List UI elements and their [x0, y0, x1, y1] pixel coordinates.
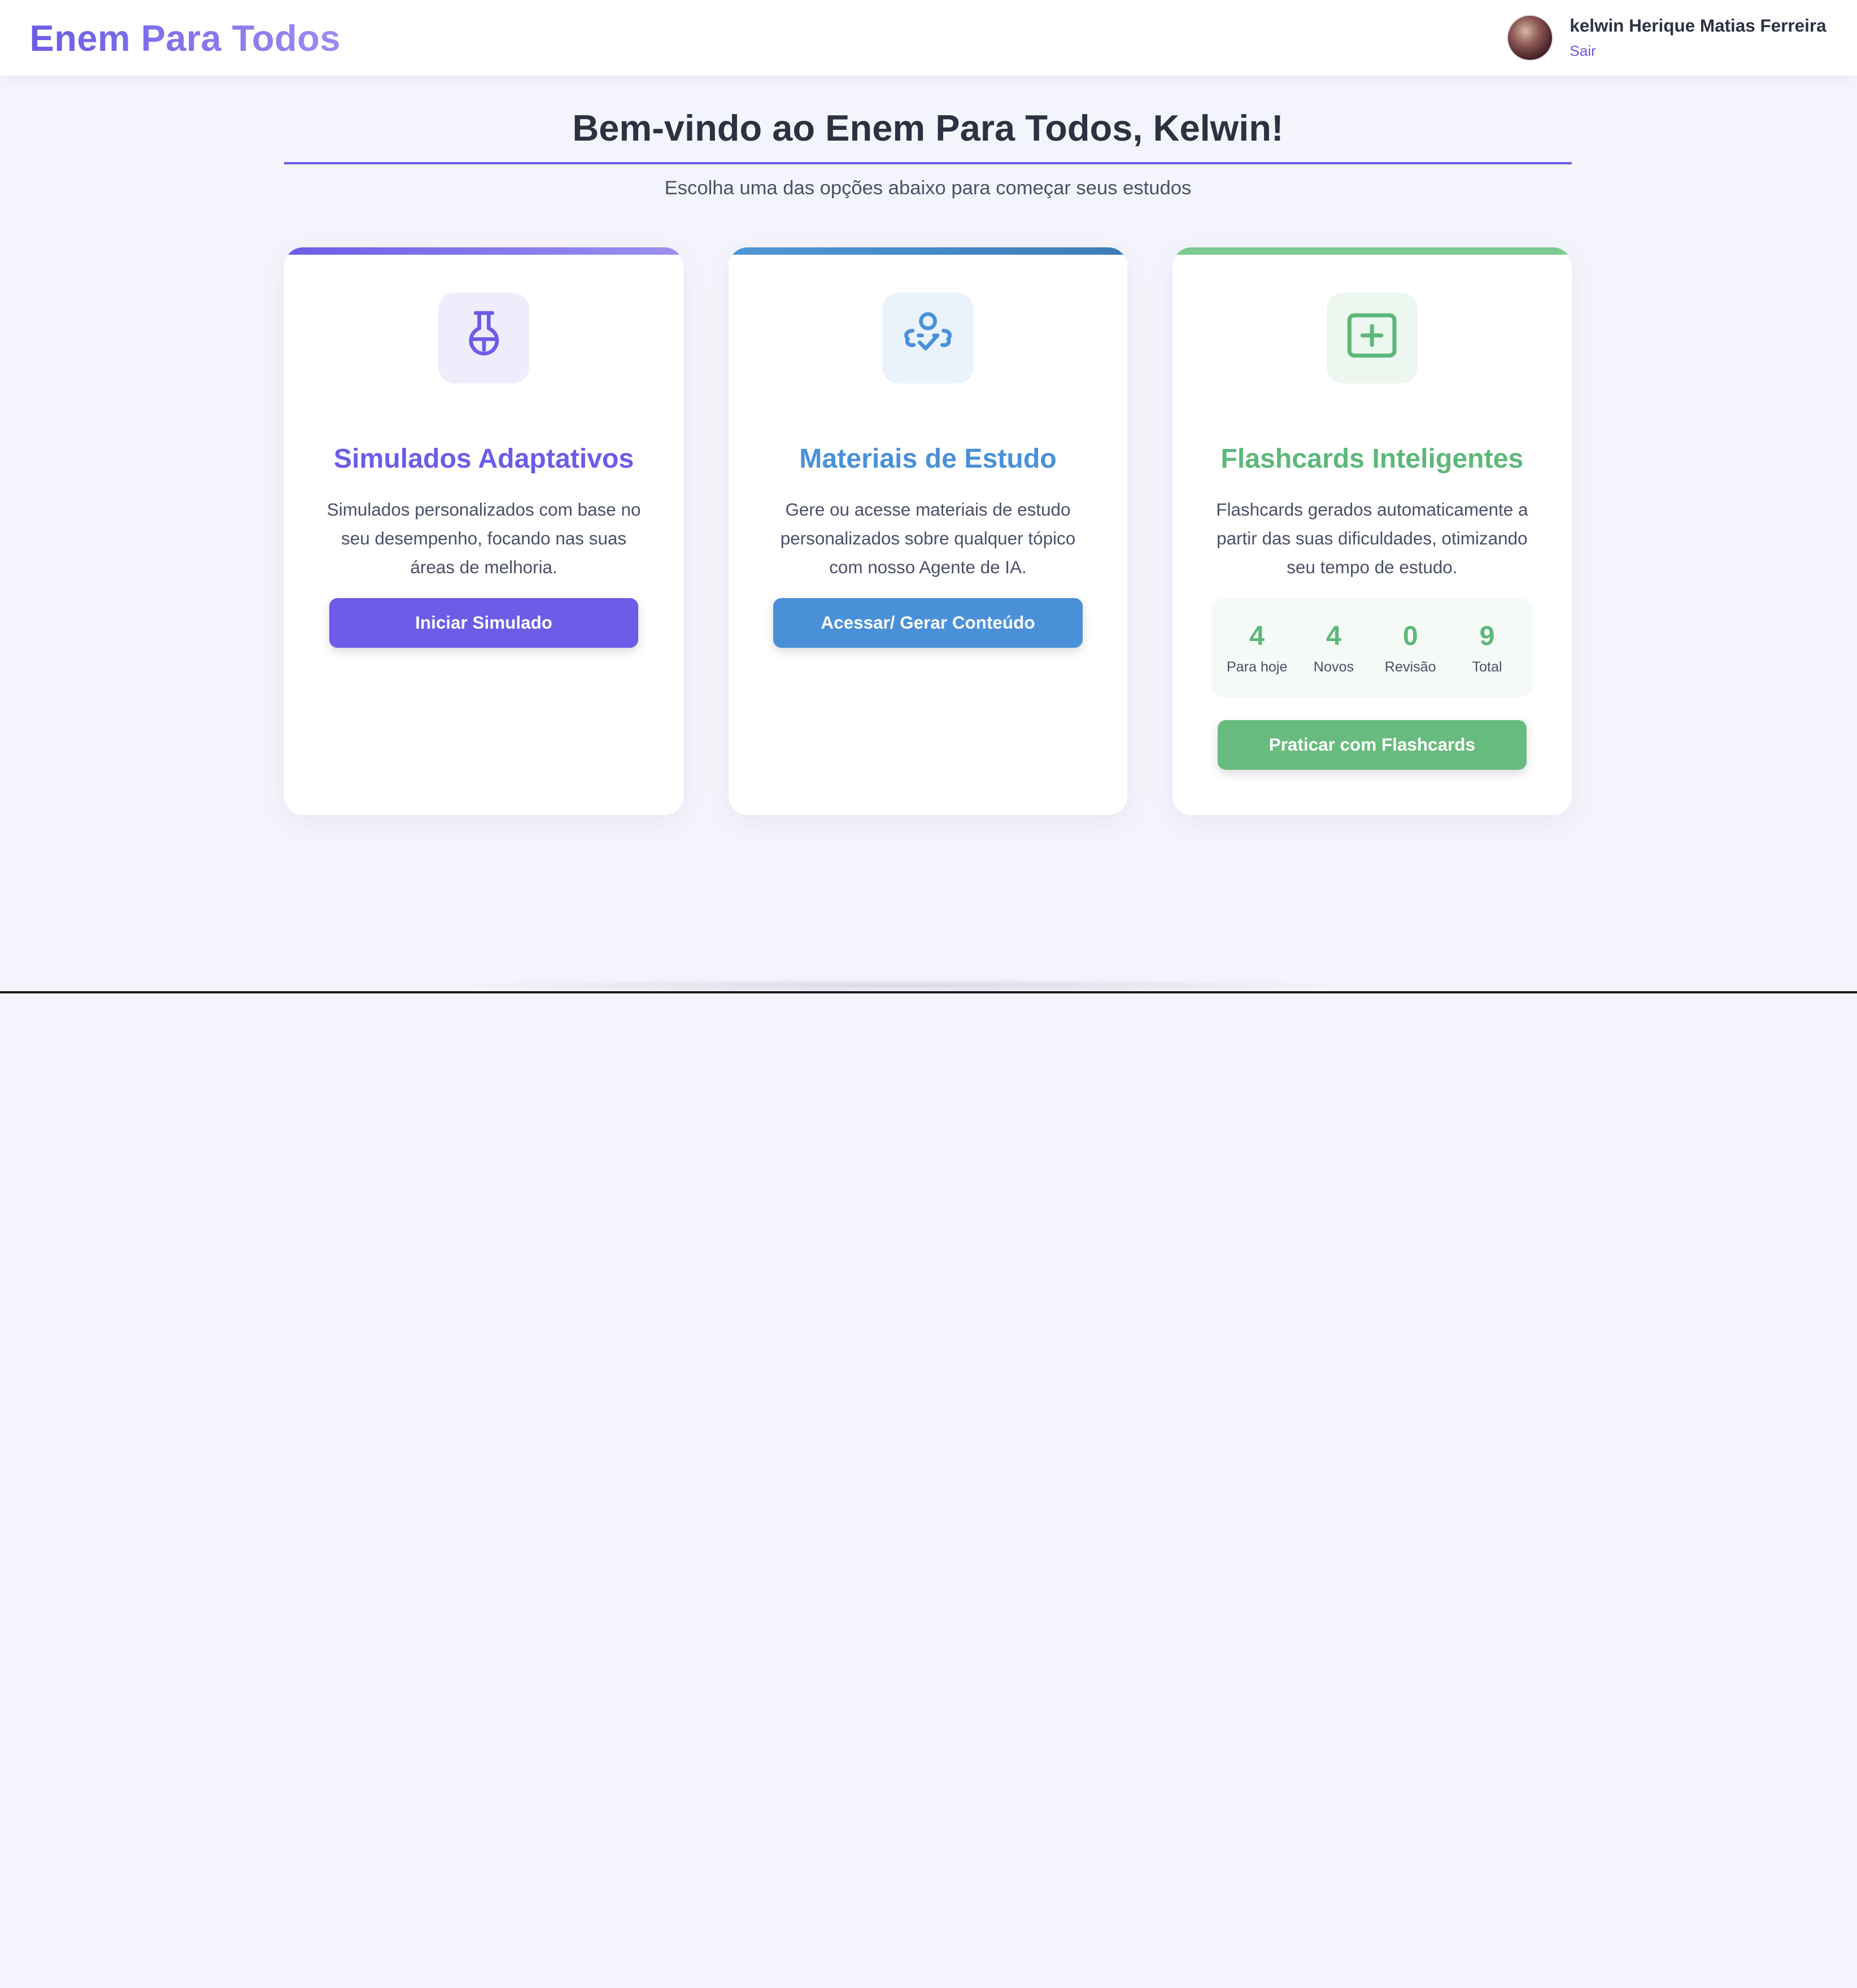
window-bottom-edge: [0, 991, 1857, 994]
stat-label: Revisão: [1384, 659, 1436, 675]
user-menu: kelwin Herique Matias Ferreira Sair: [1507, 15, 1827, 61]
stat-value: 4: [1249, 621, 1265, 652]
card-accent-bar: [1172, 247, 1572, 255]
stat-review: 0 Revisão: [1375, 620, 1446, 675]
practice-flashcards-button[interactable]: Praticar com Flashcards: [1217, 720, 1527, 770]
card-accent-bar: [284, 247, 683, 255]
brain-check-icon: [902, 312, 954, 364]
card-title: Simulados Adaptativos: [333, 443, 634, 474]
brand-logo[interactable]: Enem Para Todos: [29, 17, 341, 59]
stat-total: 9 Total: [1451, 620, 1523, 675]
stat-label: Para hoje: [1226, 659, 1288, 675]
stat-value: 0: [1402, 621, 1418, 652]
stat-label: Total: [1472, 659, 1502, 675]
stat-value: 4: [1326, 621, 1341, 652]
stat-today: 4 Para hoje: [1222, 620, 1293, 675]
card-accent-bar: [728, 247, 1128, 255]
page-title: Bem-vindo ao Enem Para Todos, Kelwin!: [284, 107, 1572, 164]
user-info: kelwin Herique Matias Ferreira Sair: [1570, 15, 1826, 60]
card-description: Simulados personalizados com base no seu…: [326, 499, 641, 578]
card-materiais: Materiais de Estudo Gere ou acesse mater…: [728, 247, 1128, 815]
card-description: Flashcards gerados automaticamente a par…: [1216, 499, 1528, 578]
flask-icon: [460, 309, 508, 367]
logout-link[interactable]: Sair: [1570, 42, 1826, 60]
user-name: kelwin Herique Matias Ferreira: [1570, 16, 1827, 36]
card-flashcards: Flashcards Inteligentes Flashcards gerad…: [1172, 247, 1572, 815]
welcome-section: Bem-vindo ao Enem Para Todos, Kelwin! Es…: [284, 107, 1572, 199]
page-subtitle: Escolha uma das opções abaixo para começ…: [664, 177, 1192, 199]
card-title: Materiais de Estudo: [799, 443, 1057, 474]
card-icon-box: [438, 292, 530, 384]
stat-label: Novos: [1313, 659, 1354, 675]
card-icon-box: [882, 292, 974, 384]
stat-new: 4 Novos: [1298, 620, 1370, 675]
top-header: Enem Para Todos kelwin Herique Matias Fe…: [0, 0, 1857, 76]
start-simulation-button[interactable]: Iniciar Simulado: [329, 598, 639, 648]
access-content-button[interactable]: Acessar/ Gerar Conteúdo: [773, 598, 1083, 648]
card-simulados: Simulados Adaptativos Simulados personal…: [284, 247, 683, 815]
card-title: Flashcards Inteligentes: [1220, 443, 1524, 474]
avatar[interactable]: [1507, 15, 1553, 61]
flashcard-stats: 4 Para hoje 4 Novos 0 Revisão 9 Total: [1211, 598, 1533, 698]
card-description: Gere ou acesse materiais de estudo perso…: [780, 499, 1076, 578]
stat-value: 9: [1479, 621, 1495, 652]
card-icon-box: [1326, 292, 1418, 384]
app-root: Enem Para Todos kelwin Herique Matias Fe…: [0, 0, 1857, 994]
plus-square-icon: [1346, 312, 1398, 364]
